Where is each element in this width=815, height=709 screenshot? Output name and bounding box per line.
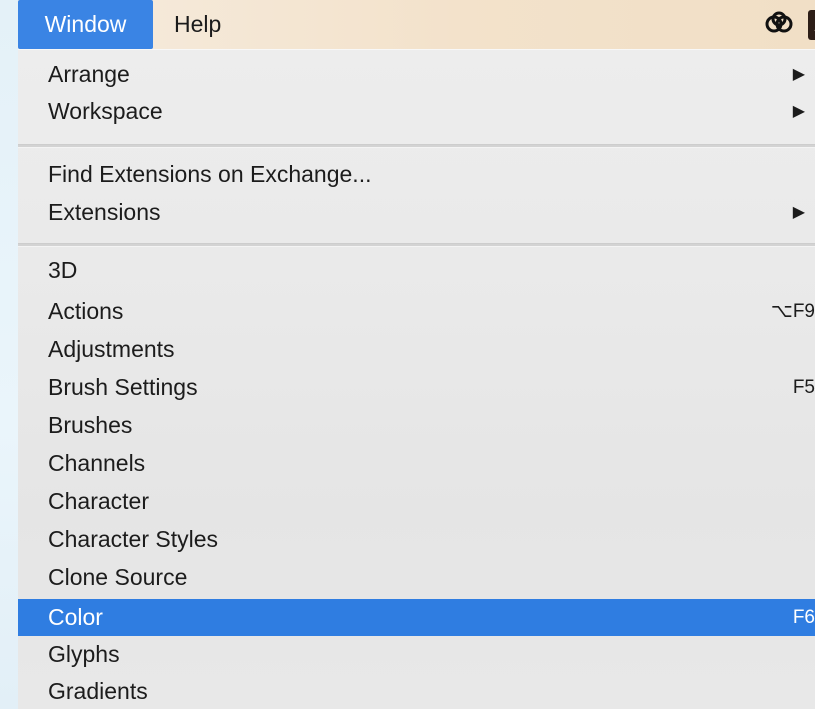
menu-item-label: Color <box>48 604 103 630</box>
menu-item-label: Clone Source <box>48 564 188 590</box>
submenu-arrow-icon: ▶ <box>792 66 805 83</box>
menu-item-extensions[interactable]: Extensions ▶ <box>18 194 815 231</box>
menu-item-label: Brushes <box>48 412 133 438</box>
menu-item-3d[interactable]: 3D <box>18 252 815 289</box>
submenu-arrow-icon: ▶ <box>792 204 805 221</box>
menu-item-label: Adjustments <box>48 336 175 362</box>
menu-item-actions[interactable]: Actions ⌥F9 <box>18 293 815 330</box>
menu-item-label: Actions <box>48 298 124 324</box>
submenu-arrow-icon: ▶ <box>792 103 805 120</box>
menu-item-channels[interactable]: Channels <box>18 445 815 482</box>
window-dropdown-menu: Arrange ▶ Workspace ▶ Find Extensions on… <box>18 49 815 709</box>
menu-item-label: Find Extensions on Exchange... <box>48 161 372 187</box>
desktop-background <box>0 0 20 709</box>
menu-item-label: Character <box>48 488 149 514</box>
menu-item-glyphs[interactable]: Glyphs <box>18 636 815 673</box>
menu-item-label: 3D <box>48 257 78 283</box>
creative-cloud-icon[interactable] <box>765 11 793 37</box>
menu-item-gradients[interactable]: Gradients <box>18 673 815 709</box>
menu-item-color[interactable]: Color F6 <box>18 599 815 636</box>
menu-item-label: Character Styles <box>48 526 219 552</box>
menu-item-character-styles[interactable]: Character Styles <box>18 521 815 558</box>
menu-item-clone-source[interactable]: Clone Source <box>18 559 815 596</box>
menu-item-character[interactable]: Character <box>18 483 815 520</box>
app-badge[interactable]: A <box>808 10 815 40</box>
menu-item-arrange[interactable]: Arrange ▶ <box>18 56 815 93</box>
menu-separator <box>18 243 815 247</box>
menu-item-find-extensions[interactable]: Find Extensions on Exchange... <box>18 156 815 193</box>
menu-item-label: Gradients <box>48 678 148 704</box>
menu-item-brush-settings[interactable]: Brush Settings F5 <box>18 369 815 406</box>
shortcut-label: ⌥F9 <box>770 301 815 322</box>
menu-bar: Window Help A <box>18 0 815 49</box>
menu-item-label: Brush Settings <box>48 374 198 400</box>
shortcut-label: F5 <box>792 377 815 398</box>
menu-item-adjustments[interactable]: Adjustments <box>18 331 815 368</box>
menu-item-label: Extensions <box>48 199 161 225</box>
menu-item-label: Workspace <box>48 98 163 124</box>
menu-item-label: Arrange <box>48 61 130 87</box>
menu-item-label: Channels <box>48 450 146 476</box>
menu-item-workspace[interactable]: Workspace ▶ <box>18 93 815 130</box>
menu-separator <box>18 144 815 148</box>
menu-item-label: Glyphs <box>48 641 120 667</box>
window-menu[interactable]: Window <box>18 0 153 49</box>
shortcut-label: F6 <box>792 607 815 628</box>
menu-item-brushes[interactable]: Brushes <box>18 407 815 444</box>
help-menu[interactable]: Help <box>164 0 231 49</box>
